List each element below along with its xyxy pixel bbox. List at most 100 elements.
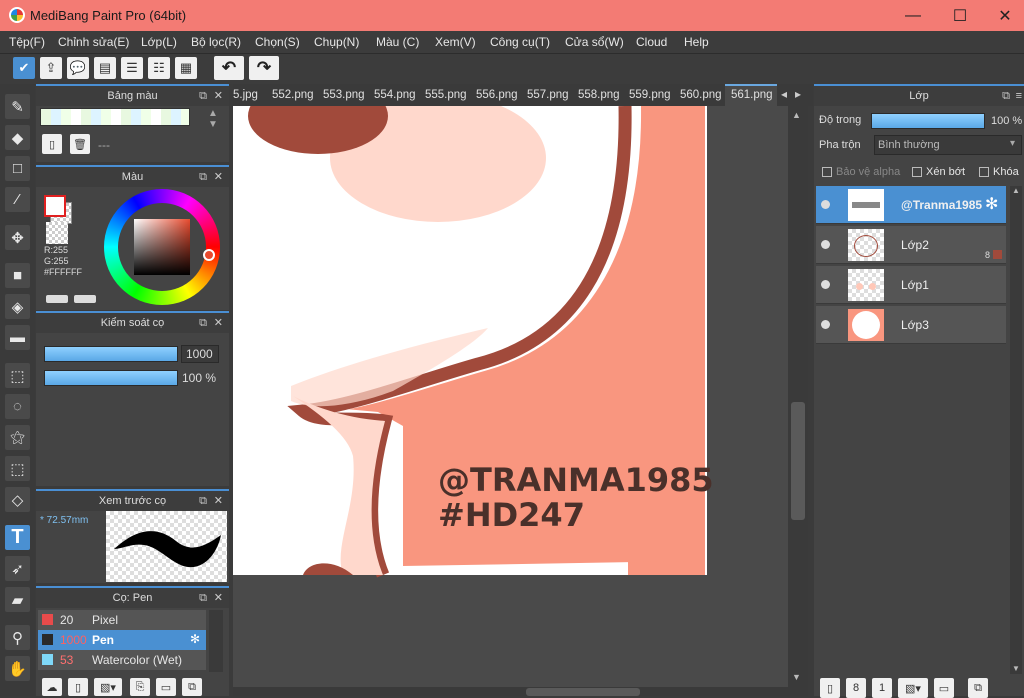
scroll-down-icon[interactable]: ▼ <box>1012 664 1020 673</box>
delete-palette-icon[interactable]: 🗑 <box>70 134 90 154</box>
close-icon[interactable]: ✕ <box>214 313 223 333</box>
gear-icon[interactable]: ✻ <box>985 194 998 214</box>
tab-558[interactable]: 558.png <box>578 89 620 101</box>
eraser-tool-icon[interactable]: ◆ <box>5 125 30 150</box>
saturation-value-square[interactable] <box>134 219 190 275</box>
eyedropper-tool-icon[interactable]: ⚲ <box>5 625 30 650</box>
float-icon[interactable]: ⧉ <box>199 167 207 187</box>
brush-settings-icon[interactable]: ⎘ <box>130 678 150 696</box>
eye-icon[interactable] <box>821 240 830 249</box>
operation-tool-icon[interactable]: ➶ <box>5 556 30 581</box>
blend-mode-select[interactable]: Bình thường ▾ <box>874 135 1022 155</box>
fill-rect-tool-icon[interactable]: ■ <box>5 263 30 288</box>
folder-icon[interactable]: ▭ <box>156 678 176 696</box>
minimize-button[interactable]: — <box>890 0 936 31</box>
layer-opacity-slider[interactable] <box>872 114 984 128</box>
new-palette-icon[interactable]: ▯ <box>42 134 62 154</box>
protect-alpha-checkbox[interactable]: Bảo vệ alpha <box>822 166 900 178</box>
rectangle-tool-icon[interactable]: □ <box>5 156 30 181</box>
brush-item[interactable]: 1000 Pen ✻ <box>38 630 206 650</box>
document-icon[interactable]: ☰ <box>121 57 143 79</box>
gradient-tool-icon[interactable]: ▬ <box>5 325 30 350</box>
close-icon[interactable]: ✕ <box>214 86 223 106</box>
tab-scroll-left-icon[interactable]: ◂ <box>781 87 787 101</box>
gear-icon[interactable]: ✻ <box>190 632 200 646</box>
hue-marker[interactable] <box>203 249 215 261</box>
maximize-button[interactable]: ☐ <box>937 0 983 31</box>
hand-tool-icon[interactable]: ✋ <box>5 656 30 681</box>
color-mode-button[interactable] <box>46 295 68 303</box>
palette-swatches[interactable] <box>40 108 190 126</box>
layer-scrollbar[interactable]: ▲ ▼ <box>1010 186 1022 674</box>
move-tool-icon[interactable]: ✥ <box>5 225 30 250</box>
checklist-icon[interactable]: ☷ <box>148 57 170 79</box>
grid-icon[interactable]: ▦ <box>175 57 197 79</box>
clipping-checkbox[interactable]: Xén bớt <box>912 166 965 178</box>
new-layer-icon[interactable]: ▯ <box>820 678 840 698</box>
menu-window[interactable]: Cửa sổ(W) <box>565 35 624 49</box>
brush-tool-icon[interactable]: ✎ <box>5 94 30 119</box>
lasso-tool-icon[interactable]: ◌ <box>5 394 30 419</box>
brush-item[interactable]: 53 Watercolor (Wet) <box>38 650 206 670</box>
speech-bubble-icon[interactable]: 💬 <box>67 57 89 79</box>
brush-size-value[interactable]: 1000 <box>181 345 219 363</box>
menu-help[interactable]: Help <box>684 35 709 49</box>
tab-557[interactable]: 557.png <box>527 89 569 101</box>
select-pen-tool-icon[interactable]: ⬚ <box>5 456 30 481</box>
color-picker-button[interactable] <box>74 295 96 303</box>
tab-scroll-right-icon[interactable]: ▸ <box>795 87 801 101</box>
tab-554[interactable]: 554.png <box>374 89 416 101</box>
layer-item[interactable]: Lớp3 <box>816 306 1006 344</box>
brush-item[interactable]: 20 Pixel <box>38 610 206 630</box>
close-icon[interactable]: ✕ <box>214 167 223 187</box>
magic-wand-tool-icon[interactable]: ⚝ <box>5 425 30 450</box>
scroll-up-icon[interactable]: ▲ <box>1012 186 1020 195</box>
float-icon[interactable]: ⧉ <box>199 588 207 608</box>
horizontal-scroll-thumb[interactable] <box>526 688 640 696</box>
vertical-scrollbar[interactable]: ▲ ▼ <box>788 106 808 687</box>
menu-filter[interactable]: Bộ lọc(R) <box>191 35 241 49</box>
foreground-color-swatch[interactable] <box>44 195 66 217</box>
brush-list-scrollbar[interactable] <box>209 610 223 672</box>
add-layer-menu-icon[interactable]: ▧▾ <box>898 678 928 698</box>
add-brush-menu-icon[interactable]: ▧▾ <box>94 678 122 696</box>
close-button[interactable]: ✕ <box>982 0 1024 31</box>
canvas-area[interactable]: @TRANMA1985 #HD247 <box>233 106 788 687</box>
text-tool-icon[interactable]: T <box>5 525 30 550</box>
duplicate-layer-icon[interactable]: ⧉ <box>968 678 988 698</box>
horizontal-scrollbar[interactable] <box>233 687 808 696</box>
cloud-brush-icon[interactable]: ☁ <box>42 678 62 696</box>
scroll-down-icon[interactable]: ▼ <box>792 672 801 682</box>
eye-icon[interactable] <box>821 200 830 209</box>
redo-button[interactable]: ↷ <box>249 56 279 80</box>
comment-icon[interactable]: ▤ <box>94 57 116 79</box>
tab-553[interactable]: 553.png <box>323 89 365 101</box>
tab-561-active[interactable]: 561.png <box>725 84 777 106</box>
menu-capture[interactable]: Chụp(N) <box>314 35 359 49</box>
share-icon[interactable]: ⇪ <box>40 57 62 79</box>
float-icon[interactable]: ⧉ <box>199 313 207 333</box>
layer-item[interactable]: Lớp2 8 <box>816 226 1006 264</box>
close-icon[interactable]: ✕ <box>214 588 223 608</box>
menu-color[interactable]: Màu (C) <box>376 35 419 49</box>
transparent-swatch[interactable] <box>46 222 68 244</box>
brush-opacity-slider[interactable] <box>44 370 178 386</box>
eye-icon[interactable] <box>821 320 830 329</box>
select-rect-tool-icon[interactable]: ⬚ <box>5 363 30 388</box>
scroll-up-icon[interactable]: ▲ <box>792 110 801 120</box>
menu-file[interactable]: Tệp(F) <box>9 35 45 49</box>
new-brush-icon[interactable]: ▯ <box>68 678 88 696</box>
palette-scroll[interactable]: ▲ ▼ <box>208 108 218 130</box>
close-icon[interactable]: ✕ <box>214 491 223 511</box>
tab-559[interactable]: 559.png <box>629 89 671 101</box>
layer-opacity-track[interactable] <box>871 113 985 129</box>
bucket-tool-icon[interactable]: ◈ <box>5 294 30 319</box>
menu-edit[interactable]: Chỉnh sửa(E) <box>58 35 129 49</box>
new-1bit-layer-icon[interactable]: 1 <box>872 678 892 698</box>
lock-checkbox[interactable]: Khóa <box>979 166 1019 178</box>
brush-size-slider[interactable] <box>44 346 178 362</box>
menu-cloud[interactable]: Cloud <box>636 35 667 49</box>
folder-icon[interactable]: ▭ <box>934 678 954 698</box>
tab-555[interactable]: 555.png <box>425 89 467 101</box>
layer-item[interactable]: @Tranma1985 ✻ <box>816 186 1006 224</box>
